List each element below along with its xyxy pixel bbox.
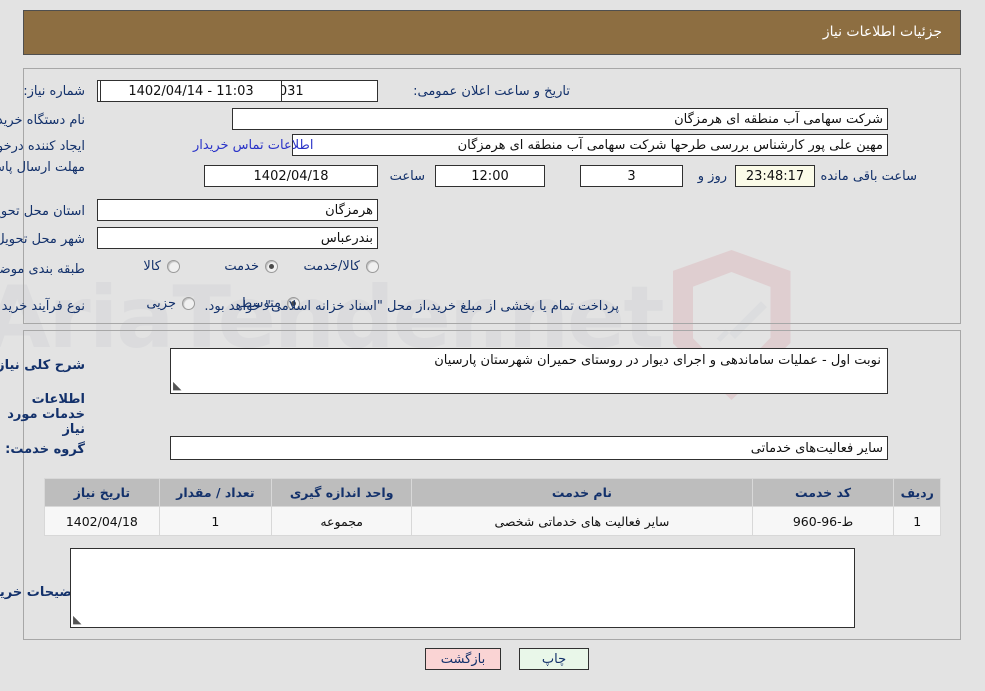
radio-indicator[interactable] <box>182 297 195 310</box>
buyer-contact-link[interactable]: اطلاعات تماس خریدار <box>193 138 313 153</box>
deadline-label: مهلت ارسال پاسخ: تا تاریخ: <box>0 160 85 175</box>
services-heading: اطلاعات خدمات مورد نیاز <box>7 392 85 437</box>
deadline-remaining-label: ساعت باقی مانده <box>820 169 917 184</box>
category-option-label: کالا <box>143 259 161 274</box>
announce-datetime-field[interactable]: 11:03 - 1402/04/14 <box>100 80 282 102</box>
page-header-bar: جزئیات اطلاعات نیاز <box>23 10 961 55</box>
cell-unit: مجموعه <box>271 506 413 536</box>
radio-indicator[interactable] <box>366 260 379 273</box>
deadline-time-field[interactable]: 12:00 <box>435 165 545 187</box>
resize-handle-icon[interactable]: ◢ <box>73 613 85 626</box>
back-button[interactable]: بازگشت <box>425 648 501 670</box>
table-col-radif: ردیف <box>893 478 941 507</box>
cell-radif: 1 <box>893 506 941 536</box>
radio-indicator[interactable] <box>167 260 180 273</box>
cell-date: 1402/04/18 <box>44 506 160 536</box>
province-field[interactable]: هرمزگان <box>97 199 378 221</box>
table-row: 1 ط-96-960 سایر فعالیت های خدماتی شخصی م… <box>44 506 941 536</box>
general-desc-label: شرح کلی نیاز: <box>0 358 85 373</box>
service-group-label: گروه خدمت: <box>5 442 85 457</box>
print-button[interactable]: چاپ <box>519 648 589 670</box>
table-col-name: نام خدمت <box>411 478 753 507</box>
cell-code: ط-96-960 <box>751 506 895 536</box>
request-creator-label: ایجاد کننده درخواست: <box>0 139 85 154</box>
need-info-panel <box>23 68 961 324</box>
category-option-label: خدمت <box>224 259 259 274</box>
city-field[interactable]: بندرعباس <box>97 227 378 249</box>
deadline-remaining-field[interactable]: 23:48:17 <box>735 165 815 187</box>
radio-indicator[interactable] <box>265 260 278 273</box>
service-group-field[interactable]: سایر فعالیت‌های خدماتی <box>170 436 888 460</box>
services-table: ردیف کد خدمت نام خدمت واحد اندازه گیری ت… <box>44 478 941 536</box>
buyer-org-label: نام دستگاه خریدار: <box>0 113 85 128</box>
city-label: شهر محل تحویل: <box>0 232 85 247</box>
province-label: استان محل تحویل: <box>0 204 85 219</box>
general-desc-value: نوبت اول - عملیات ساماندهی و اجرای دیوار… <box>434 353 881 368</box>
buyer-notes-textarea[interactable]: ◢ <box>70 548 855 628</box>
category-radio-kala[interactable]: کالا <box>143 259 180 274</box>
table-col-date: تاریخ نیاز <box>44 478 160 507</box>
deadline-date-field[interactable]: 1402/04/18 <box>204 165 378 187</box>
cell-qty: 1 <box>158 506 273 536</box>
page-title: جزئیات اطلاعات نیاز <box>822 24 942 40</box>
deadline-time-label: ساعت <box>389 169 425 184</box>
request-creator-field[interactable]: مهین علی پور کارشناس بررسی طرحها شرکت سه… <box>292 134 888 156</box>
purchase-process-note: پرداخت تمام یا بخشی از مبلغ خرید،از محل … <box>204 299 619 314</box>
announce-datetime-label: تاریخ و ساعت اعلان عمومی: <box>413 84 570 99</box>
purchase-radio-jozei[interactable]: جزیی <box>146 296 195 311</box>
deadline-days-label: روز و <box>697 169 727 184</box>
purchase-option-label: جزیی <box>146 296 176 311</box>
general-desc-textarea[interactable]: نوبت اول - عملیات ساماندهی و اجرای دیوار… <box>170 348 888 394</box>
category-label: طبقه بندی موضوعی: <box>0 262 85 277</box>
table-header-row: ردیف کد خدمت نام خدمت واحد اندازه گیری ت… <box>44 478 941 507</box>
resize-handle-icon[interactable]: ◢ <box>173 379 185 392</box>
category-radio-kala-khedmat[interactable]: کالا/خدمت <box>303 259 379 274</box>
table-col-qty: تعداد / مقدار <box>158 478 273 507</box>
purchase-process-label: نوع فرآیند خرید : <box>0 299 85 314</box>
need-number-label: شماره نیاز: <box>23 84 85 99</box>
cell-name: سایر فعالیت های خدماتی شخصی <box>411 506 753 536</box>
deadline-days-field[interactable]: 3 <box>580 165 683 187</box>
table-col-code: کد خدمت <box>751 478 895 507</box>
page-root: AriaTender.net جزئیات اطلاعات نیاز شماره… <box>0 0 985 691</box>
category-option-label: کالا/خدمت <box>303 259 360 274</box>
category-radio-khedmat[interactable]: خدمت <box>224 259 278 274</box>
buyer-org-field[interactable]: شرکت سهامی آب منطقه ای هرمزگان <box>232 108 888 130</box>
table-col-unit: واحد اندازه گیری <box>271 478 413 507</box>
